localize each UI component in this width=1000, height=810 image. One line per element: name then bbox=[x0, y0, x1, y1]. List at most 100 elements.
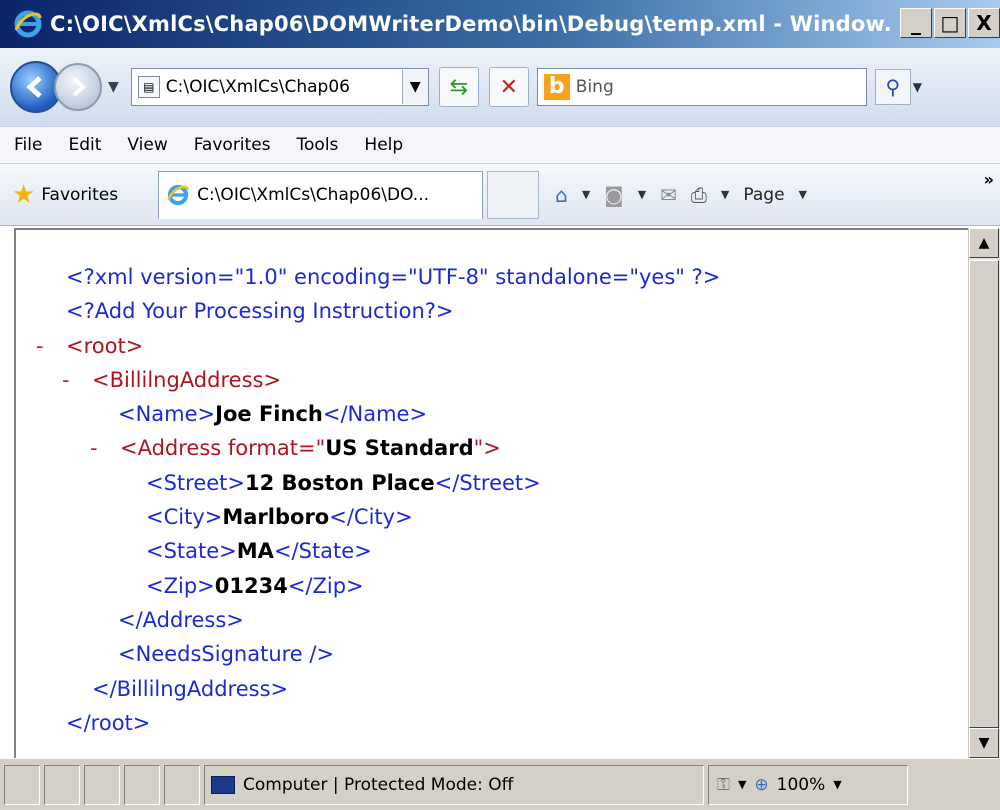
needs-signature-tag: <NeedsSignature /> bbox=[118, 642, 335, 667]
city-close-tag: </City> bbox=[329, 505, 413, 530]
address-open-tag-start: <Address format=" bbox=[120, 436, 326, 461]
search-box[interactable]: b Bing bbox=[536, 68, 867, 106]
new-tab-button[interactable] bbox=[487, 170, 540, 219]
zip-line: <Zip>01234</Zip> bbox=[36, 569, 720, 603]
xml-declaration-line: <?xml version="1.0" encoding="UTF-8" sta… bbox=[36, 260, 720, 294]
zoom-dropdown-icon[interactable]: ▼ bbox=[833, 778, 841, 791]
root-open-line: - <root> bbox=[36, 329, 720, 363]
search-options-dropdown-icon[interactable]: ▼ bbox=[913, 80, 929, 94]
scroll-down-button[interactable]: ▼ bbox=[969, 728, 999, 758]
zoom-level[interactable]: 100% bbox=[777, 775, 826, 795]
favorites-button[interactable]: ★ Favorites bbox=[12, 180, 118, 210]
menu-favorites[interactable]: Favorites bbox=[194, 135, 271, 155]
zoom-icon[interactable]: ⊕ bbox=[754, 775, 768, 795]
menu-tools[interactable]: Tools bbox=[297, 135, 339, 155]
address-close-line: </Address> bbox=[36, 603, 720, 637]
security-zone-text: Computer | Protected Mode: Off bbox=[243, 774, 514, 795]
feeds-icon[interactable]: ◙ bbox=[604, 183, 623, 207]
address-toolbar: ▼ ▤ C:\OIC\XmlCs\Chap06 ▼ ⇆ ✕ b Bing ⚲ ▼ bbox=[0, 48, 1000, 126]
name-line: <Name>Joe Finch</Name> bbox=[36, 397, 720, 431]
root-close-tag: </root> bbox=[66, 710, 151, 735]
status-panel-3 bbox=[84, 764, 120, 805]
forward-arrow-icon bbox=[72, 77, 87, 97]
name-value: Joe Finch bbox=[215, 402, 323, 427]
name-open-tag: <Name> bbox=[118, 402, 216, 427]
status-panel-5 bbox=[164, 764, 200, 805]
street-open-tag: <Street> bbox=[146, 470, 246, 495]
address-format-value: US Standard bbox=[325, 436, 474, 461]
recent-pages-dropdown-icon[interactable]: ▼ bbox=[108, 79, 119, 95]
ie-logo-icon bbox=[12, 8, 44, 40]
zoom-control[interactable]: ⚿ ▼ ⊕ 100% ▼ bbox=[708, 764, 908, 805]
billing-open-line: - <BillilngAddress> bbox=[36, 363, 720, 397]
back-arrow-icon bbox=[26, 76, 42, 98]
collapse-root-toggle[interactable]: - bbox=[36, 329, 66, 363]
compatibility-refresh-icon[interactable]: ⇆ bbox=[438, 67, 479, 107]
stop-icon[interactable]: ✕ bbox=[488, 67, 529, 107]
billing-close-tag: </BillilngAddress> bbox=[92, 676, 289, 701]
close-button[interactable]: X bbox=[968, 8, 1000, 38]
street-line: <Street>12 Boston Place</Street> bbox=[36, 466, 720, 500]
zip-open-tag: <Zip> bbox=[146, 573, 215, 598]
status-panel-2 bbox=[44, 764, 80, 805]
state-line: <State>MA</State> bbox=[36, 534, 720, 568]
state-value: MA bbox=[236, 539, 274, 564]
address-field[interactable]: ▤ C:\OIC\XmlCs\Chap06 ▼ bbox=[130, 68, 429, 106]
mail-icon[interactable]: ✉ bbox=[660, 183, 677, 207]
chevron-more-icon[interactable]: » bbox=[984, 170, 994, 189]
xml-viewer: <?xml version="1.0" encoding="UTF-8" sta… bbox=[14, 228, 968, 758]
star-icon: ★ bbox=[12, 179, 36, 210]
processing-instruction: <?Add Your Processing Instruction?> bbox=[66, 299, 454, 324]
title-bar: C:\OIC\XmlCs\Chap06\DOMWriterDemo\bin\De… bbox=[0, 0, 1000, 48]
favorites-label: Favorites bbox=[41, 184, 119, 205]
feeds-dropdown-icon[interactable]: ▼ bbox=[638, 188, 646, 201]
protected-dropdown-icon[interactable]: ▼ bbox=[738, 778, 746, 791]
minimize-button[interactable]: _ bbox=[900, 8, 932, 38]
home-icon[interactable]: ⌂ bbox=[555, 183, 568, 207]
bing-logo-icon: b bbox=[543, 74, 570, 100]
protected-mode-icon[interactable]: ⚿ bbox=[717, 775, 730, 795]
zip-value: 01234 bbox=[214, 573, 288, 598]
xml-declaration: <?xml version="1.0" encoding="UTF-8" sta… bbox=[66, 265, 721, 289]
tab-current[interactable]: C:\OIC\XmlCs\Chap06\DO... bbox=[158, 170, 484, 219]
address-dropdown-icon[interactable]: ▼ bbox=[401, 70, 428, 104]
window-title: C:\OIC\XmlCs\Chap06\DOMWriterDemo\bin\De… bbox=[50, 12, 890, 36]
collapse-address-toggle[interactable]: - bbox=[90, 431, 120, 465]
city-open-tag: <City> bbox=[146, 505, 223, 530]
search-placeholder[interactable]: Bing bbox=[576, 77, 614, 97]
root-close-line: </root> bbox=[36, 706, 720, 740]
street-close-tag: </Street> bbox=[434, 470, 541, 495]
maximize-button[interactable]: □ bbox=[934, 8, 966, 38]
page-menu[interactable]: Page bbox=[743, 185, 784, 205]
needs-signature-line: <NeedsSignature /> bbox=[36, 637, 720, 671]
status-panel-4 bbox=[124, 764, 160, 805]
name-close-tag: </Name> bbox=[322, 402, 428, 427]
forward-button[interactable] bbox=[54, 63, 102, 111]
print-dropdown-icon[interactable]: ▼ bbox=[721, 188, 729, 201]
menu-file[interactable]: File bbox=[14, 135, 42, 155]
favorites-bar: ★ Favorites C:\OIC\XmlCs\Chap06\DO... ⌂ … bbox=[0, 164, 1000, 226]
scroll-up-button[interactable]: ▲ bbox=[969, 228, 999, 258]
scroll-thumb[interactable] bbox=[969, 260, 999, 728]
zip-close-tag: </Zip> bbox=[287, 573, 364, 598]
menu-bar: File Edit View Favorites Tools Help bbox=[0, 126, 1000, 164]
home-dropdown-icon[interactable]: ▼ bbox=[582, 188, 590, 201]
menu-edit[interactable]: Edit bbox=[68, 135, 101, 155]
security-zone[interactable]: Computer | Protected Mode: Off bbox=[204, 764, 704, 805]
city-value: Marlboro bbox=[222, 505, 330, 530]
print-icon[interactable]: ⎙ bbox=[691, 183, 707, 207]
tab-title: C:\OIC\XmlCs\Chap06\DO... bbox=[197, 185, 430, 205]
menu-view[interactable]: View bbox=[127, 135, 167, 155]
billing-open-tag: <BillilngAddress> bbox=[92, 367, 282, 392]
address-text[interactable]: C:\OIC\XmlCs\Chap06 bbox=[166, 77, 402, 97]
search-magnifier-icon[interactable]: ⚲ bbox=[874, 69, 911, 105]
page-dropdown-icon[interactable]: ▼ bbox=[799, 188, 807, 201]
address-close-tag: </Address> bbox=[118, 607, 244, 632]
status-panel-progress bbox=[4, 764, 40, 805]
billing-close-line: </BillilngAddress> bbox=[36, 672, 720, 706]
address-open-line: - <Address format="US Standard"> bbox=[36, 431, 720, 465]
collapse-billing-toggle[interactable]: - bbox=[62, 363, 92, 397]
address-open-tag-end: "> bbox=[473, 436, 501, 461]
vertical-scrollbar[interactable]: ▲ ▼ bbox=[968, 228, 1000, 758]
menu-help[interactable]: Help bbox=[364, 135, 403, 155]
